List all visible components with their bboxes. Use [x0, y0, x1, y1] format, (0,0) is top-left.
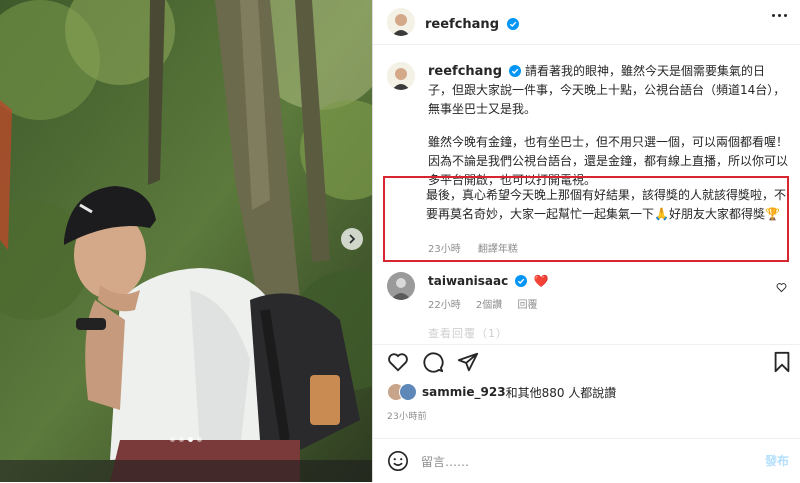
dot-icon [772, 14, 775, 17]
next-image-button[interactable] [341, 228, 363, 250]
commenter-avatar[interactable] [387, 272, 415, 300]
instagram-post-view: reefchang reefchang 請看著我的眼神，雖然今天是個需要集氣的日… [0, 0, 800, 482]
image-dot-active [188, 437, 193, 442]
action-bar [373, 344, 800, 375]
caption: reefchang 請看著我的眼神，雖然今天是個需要集氣的日子，但跟大家說一件事，… [428, 62, 788, 190]
comment-reply-button[interactable]: 回覆 [517, 300, 537, 311]
post-photo[interactable] [0, 0, 372, 482]
verified-badge-icon [515, 275, 528, 287]
author-avatar[interactable] [387, 8, 415, 36]
verified-badge-icon [509, 65, 521, 77]
caption-paragraph-1: reefchang 請看著我的眼神，雖然今天是個需要集氣的日子，但跟大家說一件事，… [428, 62, 788, 119]
likes-summary[interactable]: sammie_923 和其他880 人都說讚 [387, 383, 616, 401]
liker-avatars [387, 383, 417, 401]
caption-avatar[interactable] [387, 62, 415, 90]
comment-heart-emoji: ❤️ [533, 274, 549, 288]
like-heart-icon[interactable] [387, 351, 409, 373]
save-bookmark-icon[interactable] [771, 351, 793, 373]
view-replies-text[interactable]: 查看回覆（1） [428, 325, 508, 341]
share-paper-plane-icon[interactable] [457, 351, 479, 373]
comment-time: 22小時 [428, 300, 461, 311]
like-comment-heart-icon[interactable] [776, 282, 787, 293]
comment-header: taiwanisaac ❤️ [428, 274, 549, 288]
image-dot [170, 437, 175, 442]
dot-icon [778, 14, 781, 17]
emoji-smiley-icon[interactable] [387, 450, 409, 472]
comment-meta: 22小時 2個讚 回覆 [428, 296, 549, 311]
image-indicator [0, 437, 372, 442]
avatar-image [387, 62, 415, 90]
hiker-photo [0, 0, 372, 482]
image-dot [179, 437, 184, 442]
post-panel: reefchang reefchang 請看著我的眼神，雖然今天是個需要集氣的日… [372, 0, 800, 482]
post-header: reefchang [373, 0, 800, 45]
translate-link[interactable]: 翻譯年糕 [478, 244, 518, 255]
add-comment-bar: 發布 [373, 438, 800, 483]
verified-badge-icon [507, 18, 520, 30]
comment-bubble-icon[interactable] [422, 351, 444, 373]
liker-avatar [399, 383, 417, 401]
author-username[interactable]: reefchang [425, 17, 499, 32]
author-name-row: reefchang [425, 13, 520, 32]
caption-meta: 23小時 翻譯年糕 [428, 240, 532, 255]
likes-user[interactable]: sammie_923 [422, 385, 506, 399]
commenter-username[interactable]: taiwanisaac [428, 274, 508, 288]
comment-input[interactable] [419, 451, 723, 473]
caption-paragraph-3: 最後，真心希望今天晚上那個有好結果，該得獎的人就該得獎啦，不要再莫名奇妙，大家一… [426, 188, 787, 221]
comment-likes[interactable]: 2個讚 [476, 300, 502, 311]
chevron-right-icon [349, 234, 356, 244]
likes-rest: 和其他880 人都說讚 [505, 385, 617, 400]
post-comment-button[interactable]: 發布 [765, 452, 789, 469]
post-timestamp: 23小時前 [387, 412, 427, 422]
caption-username[interactable]: reefchang [428, 64, 502, 79]
avatar-image [387, 272, 415, 300]
avatar-image [387, 8, 415, 36]
dot-icon [784, 14, 787, 17]
image-dot [197, 437, 202, 442]
comments-list[interactable]: reefchang 請看著我的眼神，雖然今天是個需要集氣的日子，但跟大家說一件事，… [373, 44, 800, 344]
more-options-button[interactable] [772, 14, 787, 17]
caption-time: 23小時 [428, 244, 461, 255]
